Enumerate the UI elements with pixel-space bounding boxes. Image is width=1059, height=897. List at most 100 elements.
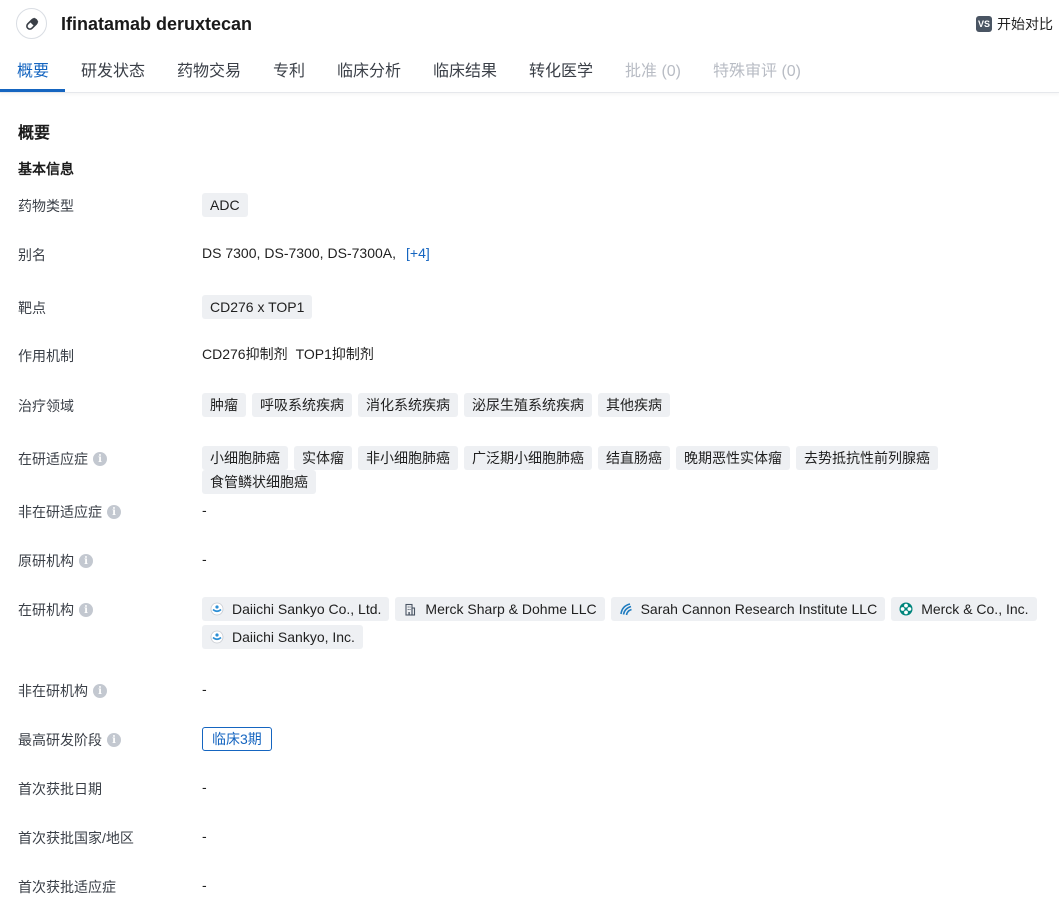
alias-more-link[interactable]: [+4] xyxy=(406,245,430,261)
inactive-orgs-value: - xyxy=(202,681,207,697)
target-value: CD276 x TOP1 xyxy=(202,295,318,319)
org-tag[interactable]: Sarah Cannon Research Institute LLC xyxy=(610,597,886,621)
mechanism-label: 作用机制 xyxy=(18,348,74,364)
therapeutic-area-label: 治疗领域 xyxy=(18,398,74,414)
first-approval-date-value: - xyxy=(202,779,207,795)
inactive-orgs-label-text: 非在研机构 xyxy=(18,683,88,699)
daiichi-logo-icon xyxy=(210,630,224,644)
empty-value: - xyxy=(202,877,207,893)
therapeutic-area-tag[interactable]: 消化系统疾病 xyxy=(358,393,458,417)
therapeutic-area-tag[interactable]: 泌尿生殖系统疾病 xyxy=(464,393,592,417)
tab-translational[interactable]: 转化医学 xyxy=(529,62,593,82)
merck-logo-icon xyxy=(899,602,913,616)
drug-type-label: 药物类型 xyxy=(18,198,74,214)
therapeutic-area-tag[interactable]: 呼吸系统疾病 xyxy=(252,393,352,417)
tab-rd-status[interactable]: 研发状态 xyxy=(81,62,145,82)
indication-tag[interactable]: 食管鳞状细胞癌 xyxy=(202,470,316,494)
org-tag[interactable]: Daiichi Sankyo, Inc. xyxy=(202,625,363,649)
section-title: 概要 xyxy=(18,125,51,142)
org-tag[interactable]: Merck Sharp & Dohme LLC xyxy=(395,597,605,621)
active-indications-label-text: 在研适应症 xyxy=(18,451,88,467)
info-icon[interactable]: i xyxy=(107,505,121,519)
drug-type-value: ADC xyxy=(202,193,254,217)
alias-item: DS 7300, xyxy=(202,245,261,261)
compare-button[interactable]: VS 开始对比 xyxy=(976,14,1053,34)
therapeutic-area-tag[interactable]: 肿瘤 xyxy=(202,393,246,417)
drug-type-tag: ADC xyxy=(202,193,248,217)
originator-value: - xyxy=(202,551,207,567)
indication-tag[interactable]: 非小细胞肺癌 xyxy=(358,446,458,470)
inactive-indications-label-text: 非在研适应症 xyxy=(18,504,102,520)
active-orgs-label-text: 在研机构 xyxy=(18,602,74,618)
active-orgs-value: Daiichi Sankyo Co., Ltd. Merck Sharp & D… xyxy=(202,597,1052,649)
inactive-orgs-label: 非在研机构 i xyxy=(18,681,107,701)
tab-patents[interactable]: 专利 xyxy=(273,62,305,82)
highest-phase-label: 最高研发阶段 i xyxy=(18,730,121,750)
tab-deals[interactable]: 药物交易 xyxy=(177,62,241,82)
empty-value: - xyxy=(202,828,207,844)
target-tag[interactable]: CD276 x TOP1 xyxy=(202,295,313,319)
active-orgs-label: 在研机构 i xyxy=(18,600,93,620)
first-approval-indication-value: - xyxy=(202,877,207,893)
therapeutic-area-value: 肿瘤 呼吸系统疾病 消化系统疾病 泌尿生殖系统疾病 其他疾病 xyxy=(202,393,676,417)
tab-special-review: 特殊审评 (0) xyxy=(713,63,802,80)
empty-value: - xyxy=(202,551,207,567)
first-approval-indication-label: 首次获批适应症 xyxy=(18,879,116,895)
info-icon[interactable]: i xyxy=(107,733,121,747)
org-name: Merck Sharp & Dohme LLC xyxy=(425,601,597,617)
indication-tag[interactable]: 小细胞肺癌 xyxy=(202,446,288,470)
indication-tag[interactable]: 结直肠癌 xyxy=(598,446,670,470)
first-approval-region-label: 首次获批国家/地区 xyxy=(18,830,134,846)
first-approval-region-value: - xyxy=(202,828,207,844)
indication-tag[interactable]: 去势抵抗性前列腺癌 xyxy=(796,446,938,470)
basic-info-title: 基本信息 xyxy=(18,161,74,177)
target-label: 靶点 xyxy=(18,300,46,316)
tab-bar: 概要 研发状态 药物交易 专利 临床分析 临床结果 转化医学 批准 (0) 特殊… xyxy=(0,52,1059,93)
originator-label: 原研机构 i xyxy=(18,551,93,571)
tab-clinical-analysis[interactable]: 临床分析 xyxy=(337,62,401,82)
org-name: Daiichi Sankyo Co., Ltd. xyxy=(232,601,382,617)
drug-title: Ifinatamab deruxtecan xyxy=(61,14,253,34)
active-indications-label: 在研适应症 i xyxy=(18,449,107,469)
org-name: Daiichi Sankyo, Inc. xyxy=(232,629,355,645)
tab-approvals: 批准 (0) xyxy=(625,63,682,80)
originator-label-text: 原研机构 xyxy=(18,553,74,569)
empty-value: - xyxy=(202,779,207,795)
mechanism-value: CD276抑制剂 TOP1抑制剂 xyxy=(202,344,382,364)
mechanism-item: TOP1抑制剂 xyxy=(295,346,374,362)
compare-label: 开始对比 xyxy=(997,16,1053,32)
org-tag[interactable]: Merck & Co., Inc. xyxy=(891,597,1037,621)
sarah-cannon-logo-icon xyxy=(619,602,633,616)
highest-phase-label-text: 最高研发阶段 xyxy=(18,732,102,748)
tab-clinical-results[interactable]: 临床结果 xyxy=(433,62,497,82)
first-approval-date-label: 首次获批日期 xyxy=(18,781,102,797)
alias-item: DS-7300A, xyxy=(327,245,397,261)
alias-value: DS 7300, DS-7300, DS-7300A, [+4] xyxy=(202,245,430,261)
mechanism-item: CD276抑制剂 xyxy=(202,346,288,362)
active-indications-value: 小细胞肺癌 实体瘤 非小细胞肺癌 广泛期小细胞肺癌 结直肠癌 晚期恶性实体瘤 去… xyxy=(202,446,1059,494)
highest-phase-value: 临床3期 xyxy=(202,727,272,751)
empty-value: - xyxy=(202,502,207,518)
inactive-indications-label: 非在研适应症 i xyxy=(18,502,121,522)
empty-value: - xyxy=(202,681,207,697)
therapeutic-area-tag[interactable]: 其他疾病 xyxy=(598,393,670,417)
phase-tag: 临床3期 xyxy=(202,727,272,751)
alias-item: DS-7300, xyxy=(264,245,324,261)
org-tag[interactable]: Daiichi Sankyo Co., Ltd. xyxy=(202,597,390,621)
indication-tag[interactable]: 广泛期小细胞肺癌 xyxy=(464,446,592,470)
building-icon xyxy=(403,602,417,616)
indication-tag[interactable]: 晚期恶性实体瘤 xyxy=(676,446,790,470)
page-header: Ifinatamab deruxtecan VS 开始对比 xyxy=(0,0,1059,50)
indication-tag[interactable]: 实体瘤 xyxy=(294,446,352,470)
info-icon[interactable]: i xyxy=(79,554,93,568)
info-icon[interactable]: i xyxy=(93,452,107,466)
org-name: Sarah Cannon Research Institute LLC xyxy=(640,601,878,617)
active-tab-indicator xyxy=(0,89,65,92)
info-icon[interactable]: i xyxy=(93,684,107,698)
tab-overview[interactable]: 概要 xyxy=(17,62,49,82)
org-name: Merck & Co., Inc. xyxy=(921,601,1029,617)
inactive-indications-value: - xyxy=(202,502,207,518)
pill-icon xyxy=(16,8,47,39)
vs-icon: VS xyxy=(976,16,992,32)
info-icon[interactable]: i xyxy=(79,603,93,617)
